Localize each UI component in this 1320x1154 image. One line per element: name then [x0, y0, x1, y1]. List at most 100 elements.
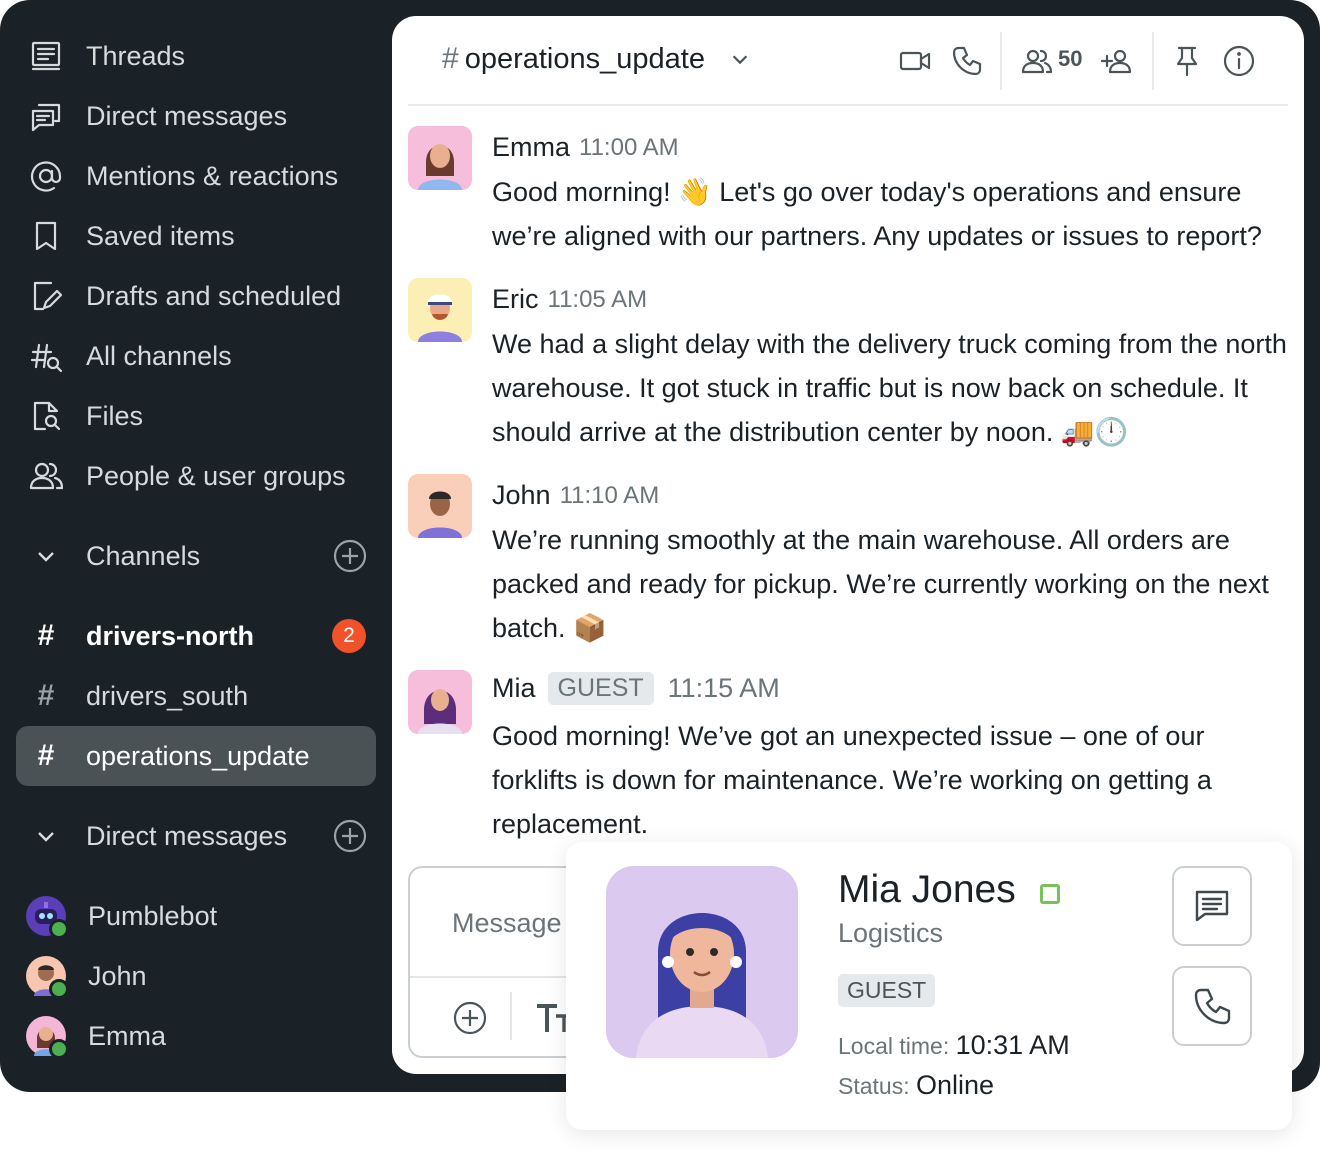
channel-header: # operations_update 50	[408, 16, 1288, 106]
chevron-down-icon[interactable]	[729, 48, 751, 70]
add-attachment-icon[interactable]	[452, 1000, 488, 1036]
channels-section-header[interactable]: Channels	[28, 534, 368, 578]
nav-people[interactable]: People & user groups	[28, 454, 346, 498]
divider	[1000, 32, 1002, 90]
nav-label: Direct messages	[86, 100, 288, 131]
avatar	[26, 896, 69, 939]
dm-label: John	[88, 960, 147, 991]
send-message-button[interactable]	[1172, 866, 1252, 946]
divider	[1152, 32, 1154, 90]
online-status-icon	[1040, 884, 1060, 904]
video-call-icon[interactable]	[898, 44, 932, 78]
chevron-down-icon[interactable]	[28, 824, 64, 848]
nav-label: Threads	[86, 40, 186, 71]
channel-label: drivers-north	[86, 620, 255, 651]
hash-icon: #	[37, 679, 55, 712]
online-status-icon	[49, 979, 69, 999]
message-author[interactable]: Mia	[492, 673, 536, 704]
nav-label: Saved items	[86, 220, 235, 251]
channel-drivers-south[interactable]: # drivers_south	[16, 666, 376, 726]
local-time-row: Local time: 10:31 AM	[838, 1030, 1070, 1061]
status-row: Status: Online	[838, 1070, 994, 1101]
message-time: 11:05 AM	[547, 285, 648, 313]
profile-photo	[606, 866, 798, 1058]
channel-label: operations_update	[86, 740, 310, 771]
pin-icon[interactable]	[1170, 44, 1204, 78]
nav-label: People & user groups	[86, 460, 346, 491]
local-time-value: 10:31 AM	[955, 1030, 1070, 1060]
dm-label: Pumblebot	[88, 900, 218, 931]
message-time: 11:00 AM	[579, 133, 679, 161]
online-status-icon	[49, 919, 69, 939]
message-icon	[1195, 890, 1229, 922]
drafts-icon	[28, 278, 64, 314]
phone-icon	[1194, 988, 1231, 1025]
hash-icon: #	[37, 739, 55, 772]
message-header: John 11:10 AM	[492, 480, 659, 511]
message-text: We had a slight delay with the delivery …	[492, 329, 1287, 447]
message-header: Emma 11:00 AM	[492, 132, 679, 163]
member-count[interactable]: 50	[1058, 46, 1082, 72]
add-member-icon[interactable]	[1100, 44, 1134, 78]
channel-search-icon	[28, 338, 64, 374]
phone-icon[interactable]	[950, 44, 984, 78]
nav-mentions[interactable]: Mentions & reactions	[28, 154, 338, 198]
guest-badge: GUEST	[547, 672, 654, 705]
nav-label: Drafts and scheduled	[86, 280, 342, 311]
bookmark-icon	[28, 218, 64, 254]
avatar[interactable]	[408, 670, 472, 734]
channel-drivers-north[interactable]: # drivers-north 2	[16, 606, 376, 666]
file-search-icon	[28, 398, 64, 434]
divider	[510, 992, 512, 1040]
channel-operations-update[interactable]: # operations_update	[16, 726, 376, 786]
nav-files[interactable]: Files	[28, 394, 143, 438]
channel-title[interactable]: # operations_update	[442, 42, 751, 76]
info-icon[interactable]	[1222, 44, 1256, 78]
status-label: Status:	[838, 1073, 910, 1099]
add-dm-icon[interactable]	[332, 818, 368, 854]
message-header: Mia GUEST 11:15 AM	[492, 672, 780, 705]
avatar[interactable]	[408, 126, 472, 190]
guest-badge: GUEST	[838, 974, 936, 1007]
nav-all-channels[interactable]: All channels	[28, 334, 232, 378]
unread-badge: 2	[332, 619, 366, 653]
avatar[interactable]	[408, 474, 472, 538]
local-time-label: Local time:	[838, 1033, 950, 1059]
add-channel-icon[interactable]	[332, 538, 368, 574]
message-time: 11:10 AM	[559, 481, 660, 509]
nav-threads[interactable]: Threads	[28, 34, 185, 78]
avatar	[26, 1016, 69, 1059]
dm-john[interactable]: John	[26, 954, 147, 999]
nav-drafts[interactable]: Drafts and scheduled	[28, 274, 341, 318]
dm-header-label: Direct messages	[86, 820, 288, 851]
hash-icon: #	[37, 619, 55, 652]
hash-icon: #	[442, 42, 459, 75]
dm-emma[interactable]: Emma	[26, 1014, 167, 1059]
message-time: 11:15 AM	[667, 673, 780, 703]
profile-department: Logistics	[838, 918, 944, 948]
nav-saved-items[interactable]: Saved items	[28, 214, 235, 258]
message-input[interactable]: Message	[452, 908, 562, 939]
chevron-down-icon[interactable]	[28, 544, 64, 568]
dm-section-header[interactable]: Direct messages	[28, 814, 368, 858]
profile-card: Mia Jones Logistics GUEST Local time: 10…	[566, 842, 1292, 1130]
nav-label: Files	[86, 400, 144, 431]
people-icon	[28, 458, 64, 494]
nav-direct-messages[interactable]: Direct messages	[28, 94, 287, 138]
members-icon[interactable]	[1020, 44, 1054, 78]
message-author[interactable]: Emma	[492, 132, 570, 163]
nav-label: All channels	[86, 340, 232, 371]
direct-messages-icon	[28, 98, 64, 134]
message-author[interactable]: John	[492, 480, 551, 511]
message-text: We’re running smoothly at the main wareh…	[492, 525, 1269, 643]
threads-icon	[28, 38, 64, 74]
channels-header-label: Channels	[86, 540, 201, 571]
avatar[interactable]	[408, 278, 472, 342]
dm-label: Emma	[88, 1020, 167, 1051]
message-text: Good morning! 👋 Let's go over today's op…	[492, 177, 1262, 251]
message-author[interactable]: Eric	[492, 284, 539, 315]
call-button[interactable]	[1172, 966, 1252, 1046]
avatar	[26, 956, 69, 999]
message-text: Good morning! We’ve got an unexpected is…	[492, 721, 1212, 839]
dm-pumblebot[interactable]: Pumblebot	[26, 894, 218, 939]
